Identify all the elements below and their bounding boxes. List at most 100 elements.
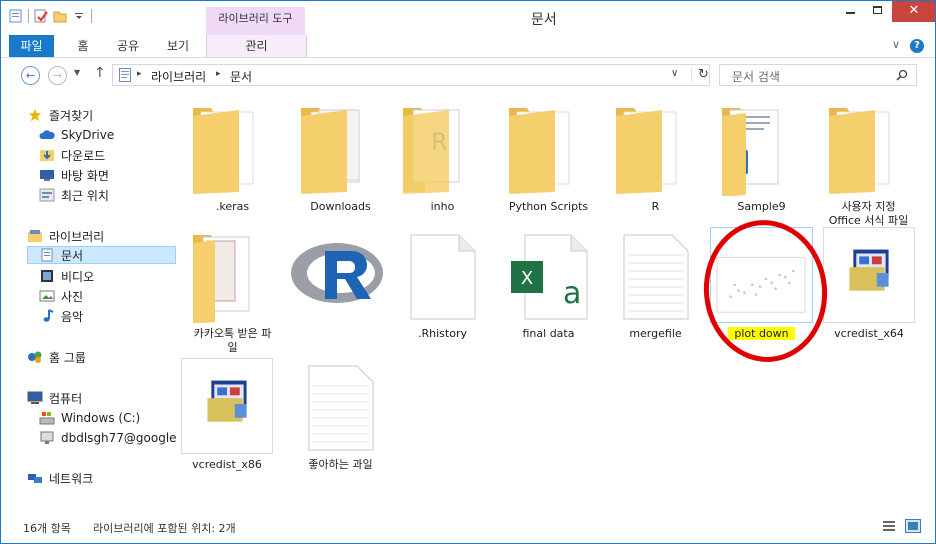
tab-file[interactable]: 파일 [9, 35, 54, 57]
file-name: Downloads [310, 200, 371, 213]
nav-libraries-label: 라이브러리 [49, 229, 105, 244]
nav-item-music[interactable]: 음악 [39, 307, 83, 325]
nav-favorites[interactable]: 즐겨찾기 [27, 106, 93, 124]
library-icon [28, 230, 42, 242]
toolbar-separator [91, 9, 92, 23]
file-item-r-console[interactable] [289, 227, 392, 353]
status-bar: 16개 항목 라이브러리에 포함된 위치: 2개 [1, 512, 935, 543]
file-item-downloads[interactable]: Downloads [289, 100, 392, 226]
minimize-icon [846, 12, 855, 14]
tab-view[interactable]: 보기 [161, 35, 195, 57]
maximize-button[interactable] [864, 1, 892, 22]
breadcrumb-separator[interactable]: ▸ [137, 69, 142, 79]
file-name: .keras [215, 200, 250, 213]
maximize-icon [873, 6, 882, 14]
up-button[interactable]: ↑ [94, 65, 106, 81]
qat-dropdown-icon[interactable] [72, 9, 86, 23]
svg-text:a: a [563, 276, 581, 311]
file-item-python-scripts[interactable]: Python Scripts [497, 100, 600, 226]
downloads-folder-icon [40, 150, 54, 161]
forward-button[interactable]: → [48, 66, 67, 85]
folder-icon [193, 235, 250, 323]
large-icons-view-icon[interactable] [905, 519, 921, 533]
file-name: Python Scripts [508, 200, 589, 213]
nav-item-desktop[interactable]: 바탕 화면 [39, 166, 109, 184]
file-item-keras[interactable]: .keras [181, 100, 284, 226]
r-logo-icon [291, 243, 383, 303]
tab-manage[interactable]: 관리 [206, 35, 307, 57]
file-item-mergefile[interactable]: mergefile [604, 227, 707, 353]
folder-icon [509, 108, 570, 194]
nav-item-label: dbdlsgh77@google [61, 431, 177, 445]
nav-item-recent[interactable]: 최근 위치 [39, 186, 109, 204]
tab-home[interactable]: 홈 [71, 35, 95, 57]
new-folder-icon[interactable] [53, 9, 67, 23]
nav-libraries[interactable]: 라이브러리 [27, 227, 104, 245]
nav-item-videos[interactable]: 비디오 [39, 267, 94, 285]
computer-icon [27, 391, 43, 404]
nav-item-skydrive[interactable]: SkyDrive [39, 126, 114, 144]
file-item-kakaotalk[interactable]: 카카오톡 받은 파 일 [181, 227, 284, 354]
nav-item-label: 비디오 [61, 269, 95, 284]
breadcrumb-separator[interactable]: ▸ [216, 69, 221, 79]
file-list: .keras Downloads R inho Python Scripts R… [177, 96, 935, 512]
address-row: ← → ▼ ↑ ▸ 라이브러리 ▸ 문서 ∨ ↻ 문서 검색 [1, 58, 935, 94]
nav-item-downloads[interactable]: 다운로드 [39, 146, 105, 164]
ribbon-collapse-icon[interactable]: ∨ [892, 38, 900, 51]
properties-icon[interactable] [9, 9, 23, 23]
file-item-vcredist-x64[interactable]: vcredist_x64 [823, 227, 915, 353]
file-item-final-data[interactable]: Xa final data [497, 227, 600, 353]
back-button[interactable]: ← [21, 66, 40, 85]
file-item-sample9[interactable]: Sample9 [710, 100, 813, 226]
documents-icon [41, 248, 53, 262]
file-name: mergefile [629, 327, 682, 340]
nav-item-pictures[interactable]: 사진 [39, 287, 83, 305]
nav-item-documents[interactable]: 문서 [27, 246, 176, 264]
folder-icon [616, 108, 677, 194]
close-button[interactable]: ✕ [892, 1, 935, 22]
file-item-r[interactable]: R [604, 100, 707, 226]
file-name: vcredist_x86 [192, 458, 262, 471]
minimize-button[interactable] [836, 1, 864, 22]
nav-favorites-label: 즐겨찾기 [49, 108, 94, 123]
nav-computer-label: 컴퓨터 [49, 391, 83, 406]
file-item-office-templates[interactable]: 사용자 지정 Office 서식 파일 [817, 100, 920, 227]
breadcrumb-libraries[interactable]: 라이브러리 [151, 68, 206, 85]
address-bar[interactable]: ▸ 라이브러리 ▸ 문서 ∨ ↻ [112, 64, 710, 86]
nav-computer[interactable]: 컴퓨터 [27, 389, 82, 407]
properties-check-icon[interactable] [34, 9, 48, 23]
folder-icon [829, 108, 890, 194]
cloud-icon [39, 130, 55, 139]
file-item-rhistory[interactable]: .Rhistory [391, 227, 494, 353]
file-name: 사용자 지정 Office 서식 파일 [828, 200, 909, 227]
file-name: R [651, 200, 660, 213]
file-item-inho[interactable]: R inho [391, 100, 494, 226]
search-input[interactable]: 문서 검색 [719, 64, 917, 86]
drive-icon [39, 412, 55, 425]
nav-item-windows-drive[interactable]: Windows (C:) [39, 409, 140, 427]
nav-item-google-drive[interactable]: dbdlsgh77@google [39, 429, 177, 447]
file-item-vcredist-x86[interactable]: vcredist_x86 [181, 358, 273, 484]
tab-share[interactable]: 공유 [111, 35, 145, 57]
nav-network[interactable]: 네트워크 [27, 469, 93, 487]
nav-network-label: 네트워크 [49, 471, 94, 486]
context-tab-group-label: 라이브러리 도구 [206, 7, 305, 35]
nav-homegroup-label: 홈 그룹 [49, 350, 86, 365]
recent-places-icon [39, 188, 55, 202]
explorer-window: 라이브러리 도구 문서 ✕ 파일 홈 공유 보기 관리 ∨ ? ← → ▼ ↑ … [0, 0, 936, 544]
title-bar: 라이브러리 도구 문서 ✕ [1, 1, 935, 35]
details-view-icon[interactable] [881, 519, 897, 533]
refresh-icon[interactable]: ↻ [691, 67, 709, 82]
text-file-icon [623, 234, 689, 320]
recent-locations-icon[interactable]: ▼ [74, 68, 80, 77]
file-item-favorite-fruit[interactable]: 좋아하는 과일 [289, 358, 392, 484]
help-icon[interactable]: ? [910, 39, 924, 53]
search-icon[interactable] [896, 69, 908, 81]
nav-homegroup[interactable]: 홈 그룹 [27, 348, 86, 366]
network-drive-icon [40, 431, 54, 444]
address-history-dropdown[interactable]: ∨ [671, 68, 678, 79]
network-icon [28, 474, 42, 483]
music-note-icon [43, 309, 54, 322]
breadcrumb-documents[interactable]: 문서 [230, 68, 252, 85]
navigation-pane: 즐겨찾기 SkyDrive 다운로드 바탕 화면 최근 위치 라이브러리 문서 [1, 96, 177, 512]
